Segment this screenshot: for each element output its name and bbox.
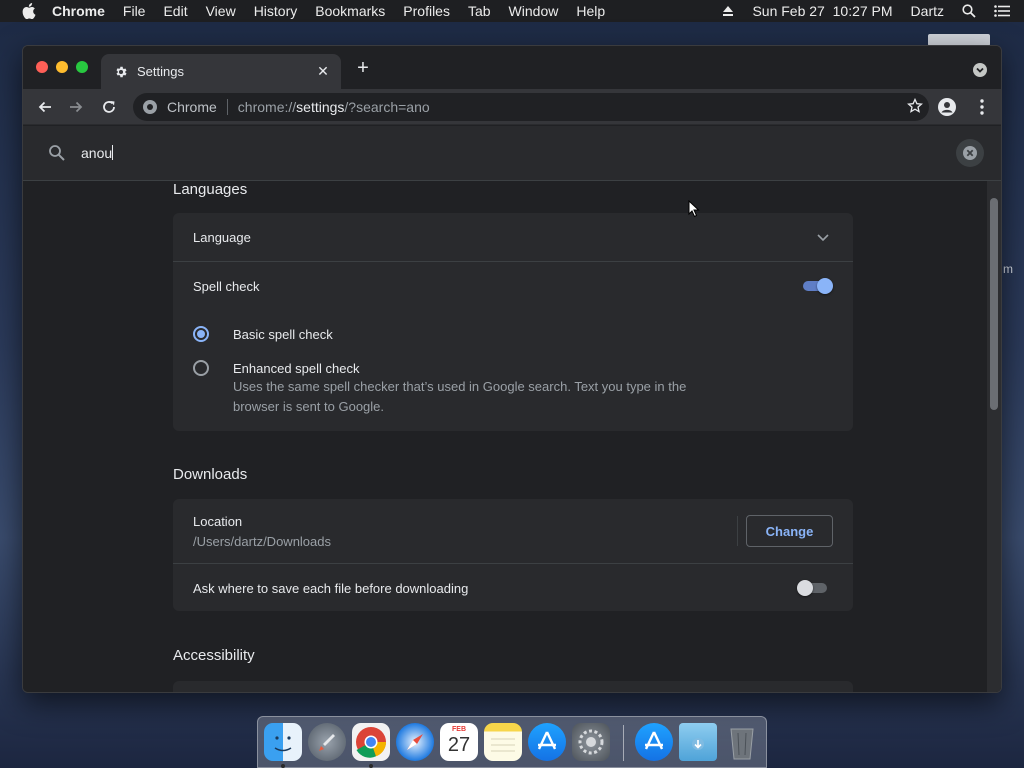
notes-icon[interactable]: [484, 723, 522, 761]
menu-edit[interactable]: Edit: [163, 3, 187, 19]
running-indicator: [281, 764, 285, 768]
menu-help[interactable]: Help: [576, 3, 605, 19]
reload-icon[interactable]: [99, 97, 119, 117]
calendar-day: 27: [447, 734, 471, 756]
divider: [173, 563, 853, 564]
spotlight-search-icon[interactable]: [962, 4, 976, 18]
window-close-button[interactable]: [36, 61, 48, 73]
address-bar-url: chrome://settings/?search=ano: [238, 99, 430, 115]
calendar-month: FEB: [452, 726, 466, 733]
downloads-folder-icon[interactable]: [679, 723, 717, 761]
search-query-text: anou: [81, 145, 113, 161]
back-arrow-icon[interactable]: [35, 97, 55, 117]
trash-icon[interactable]: [723, 723, 761, 761]
settings-gear-icon: [113, 64, 129, 80]
tab-close-icon[interactable]: ✕: [315, 63, 331, 79]
chrome-window: Settings ✕ + Chrome chrome://settings/?s…: [22, 45, 1002, 693]
chevron-down-icon[interactable]: [817, 234, 829, 242]
address-bar-divider: [226, 99, 228, 115]
chrome-icon[interactable]: [352, 723, 390, 761]
menu-tab[interactable]: Tab: [468, 3, 491, 19]
basic-spell-check-radio[interactable]: [193, 326, 209, 342]
apple-logo-icon[interactable]: [22, 3, 36, 19]
section-title-languages: Languages: [173, 181, 248, 198]
ask-where-to-save-toggle[interactable]: [797, 580, 829, 596]
url-scheme: chrome://: [237, 99, 297, 115]
menu-file[interactable]: File: [123, 3, 146, 19]
running-indicator: [369, 764, 373, 768]
dock-separator: [623, 725, 624, 761]
text-caret: [112, 145, 114, 160]
change-location-button[interactable]: Change: [746, 515, 833, 547]
download-location-path: /Users/dartz/Downloads: [193, 534, 331, 549]
system-preferences-icon[interactable]: [572, 723, 610, 761]
window-zoom-button[interactable]: [76, 61, 88, 73]
menu-view[interactable]: View: [206, 3, 236, 19]
search-icon: [49, 145, 65, 161]
language-row[interactable]: Language: [173, 213, 853, 261]
vertical-divider: [737, 516, 738, 546]
window-minimize-button[interactable]: [56, 61, 68, 73]
finder-icon[interactable]: [264, 723, 302, 761]
safari-icon[interactable]: [396, 723, 434, 761]
section-title-accessibility: Accessibility: [173, 647, 255, 664]
clear-search-icon: [963, 146, 977, 160]
profile-avatar-icon[interactable]: [938, 98, 956, 116]
toggle-knob: [797, 580, 813, 596]
forward-arrow-icon[interactable]: [66, 97, 86, 117]
macos-dock: FEB 27: [257, 716, 767, 768]
menu-window[interactable]: Window: [509, 3, 559, 19]
menu-bar-user[interactable]: Dartz: [911, 3, 944, 19]
enhanced-spell-check-description: Uses the same spell checker that’s used …: [233, 379, 687, 414]
tab-settings[interactable]: Settings ✕: [101, 54, 341, 89]
mouse-pointer-icon: [688, 200, 700, 218]
app-store-icon[interactable]: [528, 723, 566, 761]
ask-where-to-save-label: Ask where to save each file before downl…: [193, 581, 469, 596]
clear-search-button[interactable]: [956, 139, 984, 167]
chrome-page-icon: [143, 100, 157, 114]
menu-bar-status-area: Sun Feb 27 10:27 PM Dartz: [722, 0, 1024, 22]
divider: [173, 261, 853, 262]
settings-content: Languages Language Spell check Basic spe…: [23, 181, 1001, 692]
menu-history[interactable]: History: [254, 3, 298, 19]
tab-strip: Settings ✕ +: [23, 46, 1001, 89]
scrollbar-thumb[interactable]: [990, 198, 998, 410]
downloads-card: Location /Users/dartz/Downloads Change A…: [173, 499, 853, 611]
menu-profiles[interactable]: Profiles: [403, 3, 450, 19]
settings-search-input[interactable]: anou: [81, 145, 114, 161]
desktop-label-fragment: m: [1003, 262, 1013, 276]
menu-bar-clock[interactable]: Sun Feb 27 10:27 PM: [752, 3, 892, 19]
spell-check-label: Spell check: [193, 279, 260, 294]
section-title-downloads: Downloads: [173, 466, 248, 483]
chrome-menu-kebab-icon[interactable]: [973, 98, 991, 116]
browser-toolbar: Chrome chrome://settings/?search=ano: [23, 89, 1001, 125]
bookmark-star-icon[interactable]: [907, 98, 923, 114]
address-bar[interactable]: Chrome chrome://settings/?search=ano: [133, 93, 929, 121]
calendar-icon[interactable]: FEB 27: [440, 723, 478, 761]
notification-center-icon[interactable]: [994, 5, 1010, 17]
app-store-download-icon[interactable]: [635, 723, 673, 761]
tab-search-icon[interactable]: [973, 63, 987, 77]
download-location-label: Location: [193, 514, 243, 529]
enhanced-spell-check-radio[interactable]: [193, 360, 209, 376]
url-path: /?search=ano: [344, 99, 430, 115]
language-row-label: Language: [193, 230, 251, 245]
url-host: settings: [296, 99, 345, 115]
spell-check-toggle[interactable]: [801, 278, 833, 294]
toggle-knob: [817, 278, 833, 294]
macos-menu-bar: Chrome File Edit View History Bookmarks …: [0, 0, 1024, 22]
new-tab-plus-icon[interactable]: +: [354, 58, 372, 78]
menu-app-name[interactable]: Chrome: [52, 3, 105, 19]
basic-spell-check-label: Basic spell check: [233, 327, 333, 342]
enhanced-spell-check-label: Enhanced spell check: [233, 361, 360, 376]
languages-card: Language Spell check Basic spell check E…: [173, 213, 853, 431]
menu-bookmarks[interactable]: Bookmarks: [315, 3, 385, 19]
address-bar-origin-chip: Chrome: [167, 99, 217, 115]
eject-icon[interactable]: [722, 5, 734, 17]
launchpad-icon[interactable]: [308, 723, 346, 761]
scrollbar-track[interactable]: [987, 181, 1001, 692]
tab-title: Settings: [137, 64, 184, 79]
settings-search-bar: anou: [23, 126, 1001, 181]
accessibility-card: [173, 681, 853, 692]
